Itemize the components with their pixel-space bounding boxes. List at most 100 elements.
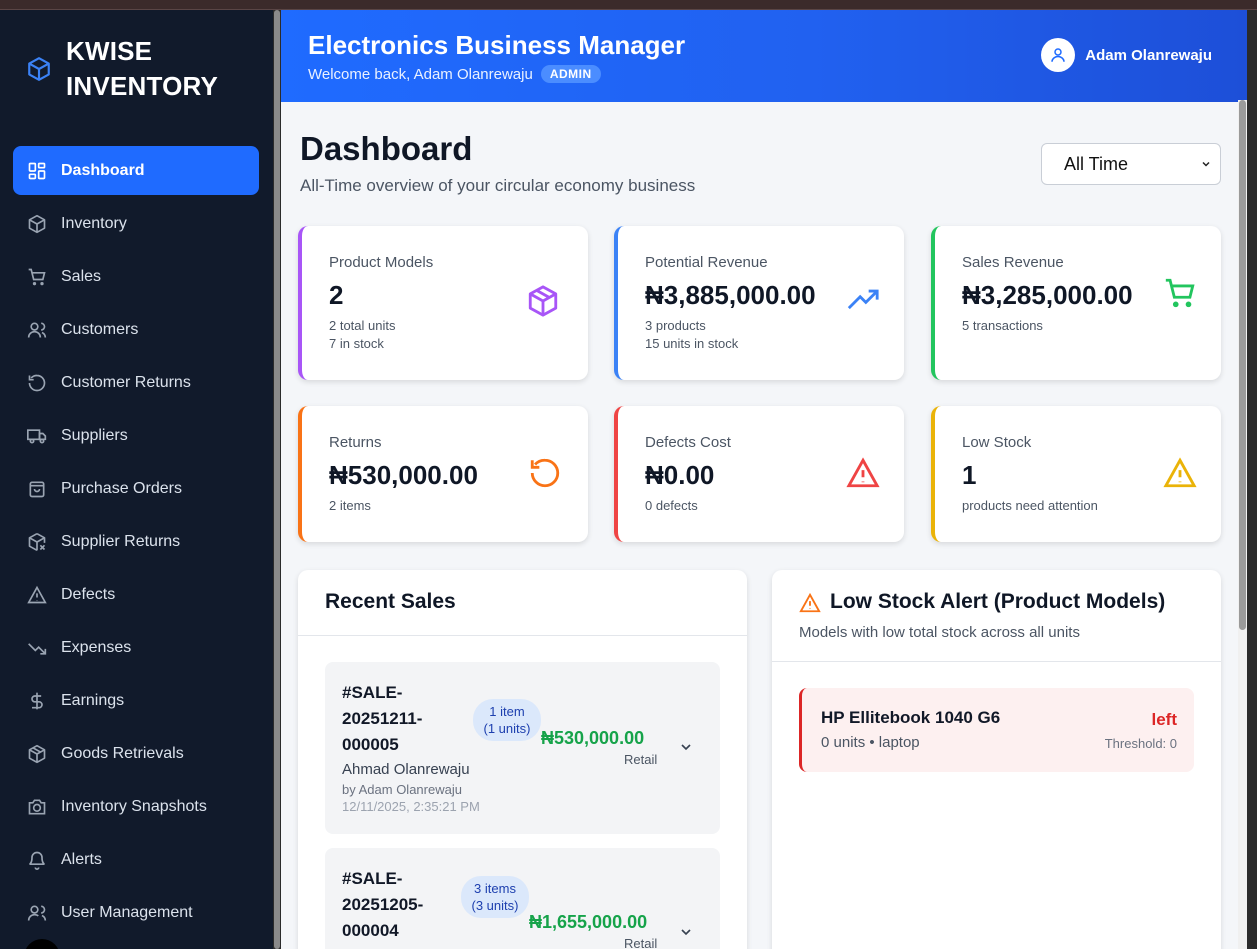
sidebar-item-earnings[interactable]: Earnings xyxy=(13,676,259,725)
sidebar-item-goods-retrievals[interactable]: Goods Retrievals xyxy=(13,729,259,778)
main-content: Electronics Business Manager Welcome bac… xyxy=(281,10,1247,949)
dashboard-icon xyxy=(28,162,46,179)
alert-triangle-icon xyxy=(799,592,821,613)
sidebar-item-label: Suppliers xyxy=(61,426,128,444)
sale-amount: ₦1,655,000.00 xyxy=(529,912,648,932)
sidebar-item-label: User Management xyxy=(61,903,193,921)
cart-icon xyxy=(28,268,46,285)
scrollbar-thumb[interactable] xyxy=(274,10,280,949)
sidebar-item-dashboard[interactable]: Dashboard xyxy=(13,146,259,195)
stat-sub: products need attention xyxy=(962,498,1098,513)
rotate-ccw-icon xyxy=(28,374,46,391)
sidebar-item-customers[interactable]: Customers xyxy=(13,305,259,354)
stat-label: Returns xyxy=(329,434,382,451)
stat-label: Product Models xyxy=(329,254,434,271)
sidebar-item-label: Goods Retrievals xyxy=(61,744,184,762)
package-icon xyxy=(28,57,50,81)
sale-amount: ₦530,000.00 xyxy=(541,728,645,748)
sidebar-item-defects[interactable]: Defects xyxy=(13,570,259,619)
sale-type: Retail xyxy=(624,936,658,949)
items-badge: 3 items (3 units) xyxy=(461,876,529,918)
stat-sub: 15 units in stock xyxy=(645,336,739,351)
sidebar-item-label: Expenses xyxy=(61,638,132,656)
stat-value: ₦3,885,000.00 xyxy=(645,280,816,310)
stat-card-potential-revenue: Potential Revenue ₦3,885,000.00 3 produc… xyxy=(614,226,904,380)
sidebar-item-suppliers[interactable]: Suppliers xyxy=(13,411,259,460)
stat-card-product-models: Product Models 2 2 total units 7 in stoc… xyxy=(298,226,588,380)
stat-sub: 3 products xyxy=(645,318,706,333)
sidebar-item-inventory[interactable]: Inventory xyxy=(13,199,259,248)
sidebar-item-label: Customers xyxy=(61,320,139,338)
user-menu[interactable]: Adam Olanrewaju xyxy=(1041,38,1212,72)
chevron-down-icon[interactable] xyxy=(678,924,694,940)
app-header: Electronics Business Manager Welcome bac… xyxy=(281,10,1247,102)
sidebar-nav: Dashboard Inventory Sales Customers Cust… xyxy=(13,146,259,941)
stat-value: 2 xyxy=(329,280,344,310)
sale-id: #SALE-20251211-000005 xyxy=(342,683,423,754)
scrollbar-thumb[interactable] xyxy=(1239,100,1246,630)
sidebar-item-inventory-snapshots[interactable]: Inventory Snapshots xyxy=(13,782,259,831)
chevron-down-icon xyxy=(1202,161,1210,167)
role-badge: ADMIN xyxy=(540,65,601,83)
sidebar-item-purchase-orders[interactable]: Purchase Orders xyxy=(13,464,259,513)
stock-status: left xyxy=(1151,710,1178,729)
panel-header: Recent Sales xyxy=(298,570,747,636)
page-title: Dashboard xyxy=(300,130,473,167)
sale-id: #SALE-20251205-000004 xyxy=(342,869,424,940)
stat-card-returns: Returns ₦530,000.00 2 items xyxy=(298,406,588,542)
list-item[interactable]: #SALE-20251211-000005 1 item (1 units) ₦… xyxy=(325,662,720,834)
brand-name: KWISE INVENTORY xyxy=(66,36,219,101)
stat-card-low-stock: Low Stock 1 products need attention xyxy=(931,406,1221,542)
product-name: HP Ellitebook 1040 G6 xyxy=(821,708,1001,727)
sidebar-item-label: Purchase Orders xyxy=(61,479,182,497)
sidebar-scrollbar[interactable] xyxy=(273,10,281,949)
sidebar-item-label: Earnings xyxy=(61,691,125,709)
package-icon xyxy=(28,214,46,233)
low-stock-item[interactable]: HP Ellitebook 1040 G6 0 units • laptop l… xyxy=(799,688,1194,772)
welcome-text: Welcome back, Adam Olanrewaju xyxy=(308,65,533,83)
rotate-ccw-icon xyxy=(530,458,560,488)
stat-card-defects-cost: Defects Cost ₦0.00 0 defects xyxy=(614,406,904,542)
stat-label: Potential Revenue xyxy=(645,254,768,271)
stat-label: Low Stock xyxy=(962,434,1032,451)
chevron-down-icon[interactable] xyxy=(678,739,694,755)
sidebar-item-sales[interactable]: Sales xyxy=(13,252,259,301)
stat-sub: 5 transactions xyxy=(962,318,1043,333)
package-x-icon xyxy=(28,532,46,551)
user-icon xyxy=(1051,48,1066,62)
cart-icon xyxy=(1165,278,1195,308)
stock-threshold: Threshold: 0 xyxy=(1104,736,1177,751)
customer-name: Ahmad Olanrewaju xyxy=(342,761,470,778)
app-title: Electronics Business Manager xyxy=(308,30,686,60)
avatar xyxy=(1041,38,1076,72)
alert-triangle-icon xyxy=(27,585,47,603)
stat-sub: 7 in stock xyxy=(329,336,384,351)
alert-triangle-icon xyxy=(846,457,880,488)
product-meta: 0 units • laptop xyxy=(821,734,920,751)
sidebar-item-customer-returns[interactable]: Customer Returns xyxy=(13,358,259,407)
sidebar-item-supplier-returns[interactable]: Supplier Returns xyxy=(13,517,259,566)
panel-header: Low Stock Alert (Product Models) Models … xyxy=(772,570,1221,662)
browser-top-strip xyxy=(0,0,1257,10)
shopping-bag-icon xyxy=(29,481,45,497)
stat-sub: 2 total units xyxy=(329,318,396,333)
stat-label: Defects Cost xyxy=(645,434,731,451)
stat-value: ₦530,000.00 xyxy=(329,460,478,490)
sidebar-item-expenses[interactable]: Expenses xyxy=(13,623,259,672)
brand[interactable]: KWISE INVENTORY xyxy=(26,34,236,104)
sidebar-item-label: Sales xyxy=(61,267,102,285)
sidebar-item-alerts[interactable]: Alerts xyxy=(13,835,259,884)
time-filter-select[interactable]: All Time xyxy=(1041,143,1221,185)
trending-down-icon xyxy=(28,642,47,655)
package-icon xyxy=(528,285,558,317)
panel-title: Low Stock Alert (Product Models) xyxy=(830,590,1166,613)
stat-value: ₦3,285,000.00 xyxy=(962,280,1133,310)
page-subtitle: All-Time overview of your circular econo… xyxy=(300,176,696,195)
list-item[interactable]: #SALE-20251205-000004 3 items (3 units) … xyxy=(325,848,720,949)
main-scrollbar[interactable] xyxy=(1238,100,1247,949)
dollar-icon xyxy=(31,692,43,709)
users-cog-icon xyxy=(27,905,47,921)
stat-label: Sales Revenue xyxy=(962,254,1064,271)
sidebar-item-user-management[interactable]: User Management xyxy=(13,888,259,937)
users-icon xyxy=(27,322,47,338)
